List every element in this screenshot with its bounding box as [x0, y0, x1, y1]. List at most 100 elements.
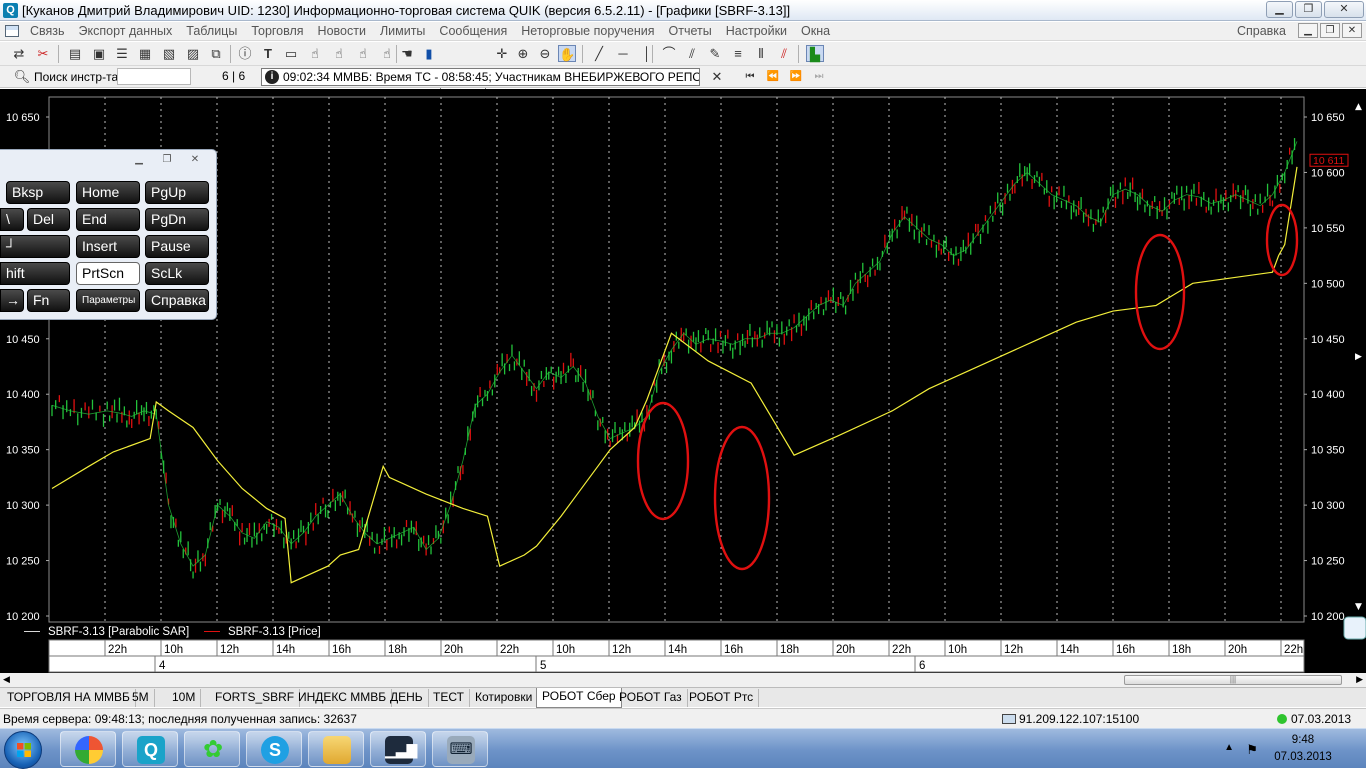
scroll-right-icon[interactable]: ▶: [1356, 674, 1363, 685]
menu-item-export[interactable]: Экспорт данных: [72, 24, 180, 38]
close-news-icon[interactable]: ✕: [708, 68, 726, 85]
maximize-button[interactable]: ❐: [1295, 1, 1322, 18]
taskbar-chart-app[interactable]: ▁▃▇: [370, 731, 426, 767]
key-pause[interactable]: Pause: [145, 235, 209, 258]
tab-10m[interactable]: 10М: [167, 689, 202, 707]
taskbar-explorer[interactable]: [308, 731, 364, 767]
key-pgup[interactable]: PgUp: [145, 181, 209, 204]
minimize-button[interactable]: ▁: [1266, 1, 1293, 18]
tab-5m[interactable]: 5М: [127, 689, 155, 707]
key-fn[interactable]: Fn: [27, 289, 70, 312]
tab-robot-gaz[interactable]: РОБОТ Газ: [614, 689, 688, 707]
key-options[interactable]: Параметры: [76, 289, 140, 312]
action-center-flag-icon[interactable]: ⚑: [1246, 742, 1258, 758]
clock-date[interactable]: 07.03.2013: [1268, 751, 1338, 763]
vertical-levels-icon[interactable]: ⦀: [752, 45, 770, 62]
key-shift[interactable]: hift: [0, 262, 70, 285]
menu-item-messages[interactable]: Сообщения: [432, 24, 514, 38]
list-icon[interactable]: ☰: [113, 45, 131, 62]
key-insert[interactable]: Insert: [76, 235, 140, 258]
hand-icon-3[interactable]: ☝: [354, 45, 372, 62]
menu-item-reports[interactable]: Отчеты: [662, 24, 719, 38]
clock-time[interactable]: 9:48: [1268, 734, 1338, 746]
mdi-close-button[interactable]: ✕: [1342, 23, 1362, 38]
tab-day[interactable]: ДЕНЬ: [385, 689, 429, 707]
crosshair-icon[interactable]: ✛: [493, 45, 511, 62]
legend-item-sar[interactable]: SBRF-3.13 [Parabolic SAR]: [24, 626, 189, 638]
menu-item-help[interactable]: Справка: [1237, 24, 1286, 38]
portfolio-icon[interactable]: ▨: [184, 45, 202, 62]
legend-item-price[interactable]: SBRF-3.13 [Price]: [204, 626, 321, 638]
show-hidden-icons-icon[interactable]: ▲: [1224, 742, 1234, 753]
scroll-left-icon[interactable]: ◀: [3, 674, 10, 685]
trend-line-icon[interactable]: ╱: [590, 45, 608, 62]
key-del[interactable]: Del: [27, 208, 70, 231]
trades-icon[interactable]: ▧: [160, 45, 178, 62]
tab-test[interactable]: ТЕСТ: [428, 689, 470, 707]
keyboard-minimize-icon[interactable]: ▁: [126, 153, 152, 167]
indicator-icon[interactable]: ▙: [806, 45, 824, 62]
pointer-hand-icon[interactable]: ☚: [398, 45, 416, 62]
tab-forts-sbrf[interactable]: FORTS_SBRF: [210, 689, 301, 707]
zoom-out-icon[interactable]: ⊖: [536, 45, 554, 62]
key-enter[interactable]: ┘: [0, 235, 70, 258]
vertical-line-icon[interactable]: │: [638, 45, 656, 62]
keyboard-restore-icon[interactable]: ❐: [154, 153, 180, 167]
menu-item-connection[interactable]: Связь: [23, 24, 72, 38]
key-backslash[interactable]: \: [0, 208, 24, 231]
chart-window-icon[interactable]: ▭: [282, 45, 300, 62]
key-pgdn[interactable]: PgDn: [145, 208, 209, 231]
horizontal-scrollbar[interactable]: ◀ ||| ▶: [0, 673, 1366, 687]
menu-item-trading[interactable]: Торговля: [244, 24, 310, 38]
orders-icon[interactable]: ▦: [136, 45, 154, 62]
mdi-restore-button[interactable]: ❐: [1320, 23, 1340, 38]
next-news-icon[interactable]: ⏩: [787, 68, 805, 85]
key-sclk[interactable]: ScLk: [145, 262, 209, 285]
menu-item-limits[interactable]: Лимиты: [373, 24, 432, 38]
table-icon[interactable]: ▤: [66, 45, 84, 62]
taskbar-picasa[interactable]: [60, 731, 116, 767]
first-news-icon[interactable]: ⏮: [741, 68, 759, 85]
mdi-minimize-button[interactable]: ▁: [1298, 23, 1318, 38]
key-backspace[interactable]: Bksp: [6, 181, 70, 204]
fan-icon[interactable]: ⫽: [683, 45, 701, 62]
window-icon[interactable]: ▣: [90, 45, 108, 62]
arc-icon[interactable]: ⌒: [660, 45, 678, 62]
key-right-arrow[interactable]: →: [0, 289, 24, 312]
tab-quotes[interactable]: Котировки: [470, 689, 539, 707]
close-button[interactable]: ✕: [1324, 1, 1364, 18]
hand-icon-4[interactable]: ☝: [378, 45, 396, 62]
last-news-icon[interactable]: ⏭: [810, 68, 828, 85]
disconnect-icon[interactable]: ✂: [34, 45, 52, 62]
delete-lines-icon[interactable]: ⫽: [775, 45, 793, 62]
levels-icon[interactable]: ≡: [729, 45, 747, 62]
tab-robot-sber[interactable]: РОБОТ Сбер: [536, 688, 622, 708]
alert-icon[interactable]: ⓘ: [236, 45, 254, 62]
key-help[interactable]: Справка: [145, 289, 209, 312]
connect-icon[interactable]: ⇄: [10, 45, 28, 62]
news-ticker[interactable]: i 09:02:34 ММВБ: Время ТС - 08:58:45; Уч…: [261, 68, 700, 86]
hand-icon-1[interactable]: ☝: [306, 45, 324, 62]
key-prtscn[interactable]: PrtScn: [76, 262, 140, 285]
menu-item-windows[interactable]: Окна: [794, 24, 837, 38]
tab-micex-index[interactable]: ИНДЕКС ММВБ: [293, 689, 393, 707]
keyboard-close-icon[interactable]: ✕: [182, 153, 208, 167]
hand-tool-icon[interactable]: ✋: [558, 45, 576, 62]
copy-icon[interactable]: ⧉: [207, 45, 225, 62]
menu-item-settings[interactable]: Настройки: [719, 24, 794, 38]
text-tool-icon[interactable]: T: [259, 45, 277, 62]
zoom-in-icon[interactable]: ⊕: [514, 45, 532, 62]
scrollbar-thumb[interactable]: |||: [1124, 675, 1342, 685]
taskbar-keyboard[interactable]: ⌨: [432, 731, 488, 767]
taskbar-skype[interactable]: S: [246, 731, 302, 767]
tab-trading-micex[interactable]: ТОРГОВЛЯ НА ММВБ: [2, 689, 136, 707]
key-end[interactable]: End: [76, 208, 140, 231]
menu-item-tables[interactable]: Таблицы: [179, 24, 244, 38]
start-button[interactable]: [4, 731, 42, 769]
menu-item-news[interactable]: Новости: [311, 24, 373, 38]
taskbar-icq[interactable]: ✿: [184, 731, 240, 767]
pencil-icon[interactable]: ✎: [706, 45, 724, 62]
horizontal-line-icon[interactable]: ─: [614, 45, 632, 62]
search-icon[interactable]: 🔍︎: [13, 68, 31, 85]
taskbar-quik[interactable]: Q: [122, 731, 178, 767]
